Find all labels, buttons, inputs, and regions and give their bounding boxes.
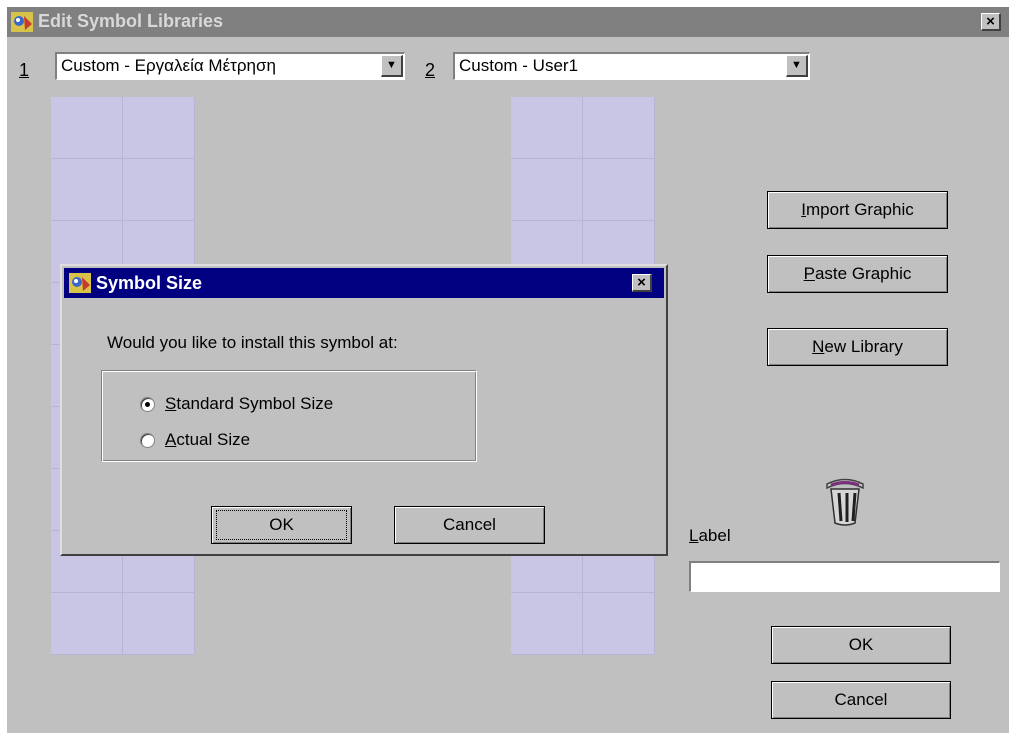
dialog-cancel-button[interactable]: Cancel <box>394 506 545 544</box>
standard-size-hotkey: S <box>165 394 177 413</box>
symbol-cell[interactable] <box>51 593 123 655</box>
app-icon <box>11 12 33 32</box>
dialog-ok-button[interactable]: OK <box>211 506 352 544</box>
new-library-label: ew Library <box>824 337 903 356</box>
standard-size-option[interactable]: Standard Symbol Size <box>140 394 333 414</box>
label-caption-rest: abel <box>698 526 731 545</box>
paste-graphic-button[interactable]: Paste Graphic <box>767 255 948 293</box>
dialog-titlebar[interactable]: Symbol Size × <box>64 268 664 298</box>
library-2-number: 2 <box>425 60 436 80</box>
symbol-size-dialog: Symbol Size × Would you like to install … <box>60 264 668 556</box>
symbol-cell[interactable] <box>511 159 583 221</box>
label-caption: Label <box>689 526 731 546</box>
trash-can-icon[interactable] <box>825 471 865 527</box>
new-library-hotkey: N <box>812 337 825 356</box>
library-1-number: 1 <box>19 60 30 80</box>
window-titlebar[interactable]: Edit Symbol Libraries × <box>7 7 1009 37</box>
symbol-cell[interactable] <box>511 593 583 655</box>
symbol-cell[interactable] <box>583 593 655 655</box>
chevron-down-icon[interactable]: ▼ <box>786 55 808 77</box>
chevron-down-icon[interactable]: ▼ <box>381 55 403 77</box>
import-graphic-label: mport Graphic <box>806 200 914 219</box>
window-close-button[interactable]: × <box>981 13 1001 31</box>
focus-ring <box>216 510 347 540</box>
ok-button[interactable]: OK <box>771 626 951 664</box>
symbol-cell[interactable] <box>51 97 123 159</box>
library-2-select[interactable]: Custom - User1 ▼ <box>453 52 810 80</box>
dialog-title: Symbol Size <box>96 273 203 293</box>
label-input[interactable] <box>689 561 1000 592</box>
actual-size-label-rest: ctual Size <box>176 430 251 449</box>
paste-graphic-hotkey: P <box>803 264 815 283</box>
new-library-button[interactable]: New Library <box>767 328 948 366</box>
actual-size-label: Actual Size <box>165 430 250 450</box>
symbol-cell[interactable] <box>51 159 123 221</box>
window-title: Edit Symbol Libraries <box>38 11 224 31</box>
radio-unselected[interactable] <box>140 432 155 448</box>
standard-size-label-rest: tandard Symbol Size <box>176 394 334 413</box>
standard-size-label: Standard Symbol Size <box>165 394 333 414</box>
symbol-cell[interactable] <box>123 97 195 159</box>
import-graphic-button[interactable]: Import Graphic <box>767 191 948 229</box>
symbol-cell[interactable] <box>583 159 655 221</box>
radio-selected[interactable] <box>140 396 155 412</box>
cancel-button[interactable]: Cancel <box>771 681 951 719</box>
dialog-close-button[interactable]: × <box>632 274 652 292</box>
library-2-value: Custom - User1 <box>459 56 579 75</box>
symbol-cell[interactable] <box>123 159 195 221</box>
app-icon <box>69 273 91 293</box>
library-1-select[interactable]: Custom - Εργαλεία Μέτρηση ▼ <box>55 52 405 80</box>
paste-graphic-label: aste Graphic <box>814 264 912 283</box>
dialog-question: Would you like to install this symbol at… <box>107 333 398 352</box>
edit-symbol-libraries-window: Edit Symbol Libraries × 1 Custom - Εργαλ… <box>7 7 1009 733</box>
actual-size-option[interactable]: Actual Size <box>140 430 250 450</box>
symbol-cell[interactable] <box>511 97 583 159</box>
symbol-cell[interactable] <box>123 593 195 655</box>
library-1-value: Custom - Εργαλεία Μέτρηση <box>61 56 276 75</box>
symbol-cell[interactable] <box>583 97 655 159</box>
actual-size-hotkey: A <box>165 430 177 449</box>
